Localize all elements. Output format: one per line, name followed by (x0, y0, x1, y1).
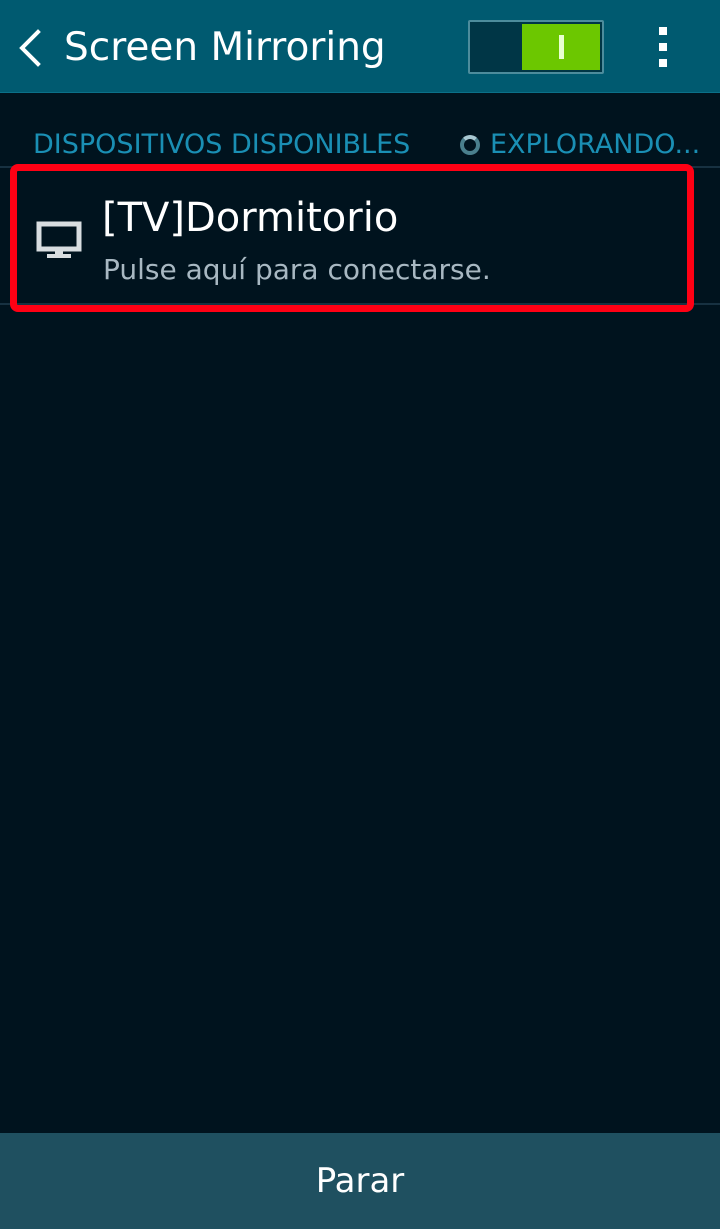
divider (0, 166, 720, 168)
more-dot (659, 59, 667, 67)
screen-mirroring-toggle[interactable] (468, 20, 604, 74)
toggle-on-mark (558, 35, 564, 59)
toggle-knob (522, 24, 600, 70)
scan-status: EXPLORANDO... (460, 128, 715, 162)
device-subtitle: Pulse aquí para conectarse. (103, 253, 491, 286)
stop-button[interactable]: Parar (0, 1133, 720, 1229)
spinner-icon (460, 135, 480, 155)
stop-button-label: Parar (315, 1161, 405, 1201)
device-list-item[interactable]: [TV]Dormitorio Pulse aquí para conectars… (16, 170, 689, 301)
page-title: Screen Mirroring (64, 25, 386, 70)
app-bar: Screen Mirroring (0, 0, 720, 93)
chevron-left-icon (19, 29, 41, 67)
back-button[interactable] (8, 20, 52, 76)
more-options-button[interactable] (638, 18, 688, 76)
more-dot (659, 43, 667, 51)
section-header-available-devices: DISPOSITIVOS DISPONIBLES (33, 129, 411, 160)
divider (0, 303, 720, 305)
monitor-icon (36, 221, 82, 258)
more-vertical-icon (659, 27, 667, 35)
device-name: [TV]Dormitorio (102, 195, 399, 241)
scan-status-text: EXPLORANDO... (490, 129, 701, 160)
